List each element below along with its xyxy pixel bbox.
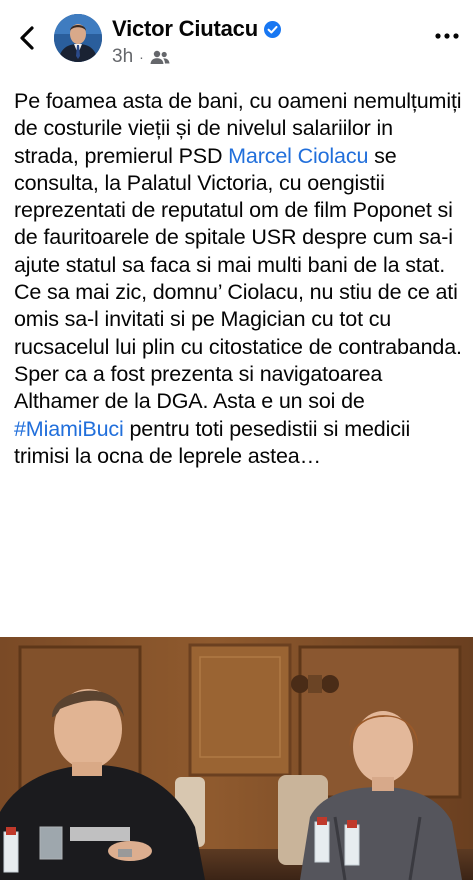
meta-separator: ·	[139, 49, 144, 65]
hashtag-link[interactable]: #MiamiBuci	[14, 417, 124, 441]
post-timestamp[interactable]: 3h	[112, 46, 133, 68]
more-options-icon[interactable]	[432, 24, 462, 48]
post-text-part: se consulta, la Palatul Victoria, cu oen…	[14, 143, 462, 414]
post-header: Victor Ciutacu 3h ·	[0, 0, 473, 84]
mention-link[interactable]: Marcel Ciolacu	[228, 144, 368, 168]
back-icon[interactable]	[14, 22, 42, 54]
post-text: Pe foamea asta de bani, cu oameni nemulț…	[14, 88, 462, 470]
author-row: Victor Ciutacu	[112, 14, 281, 44]
post-meta: 3h ·	[112, 46, 170, 68]
friends-audience-icon	[150, 50, 170, 64]
post-photo[interactable]	[0, 637, 473, 880]
avatar-image	[54, 14, 102, 62]
author-name[interactable]: Victor Ciutacu	[112, 16, 258, 42]
avatar[interactable]	[54, 14, 102, 62]
verified-badge-icon	[263, 20, 281, 38]
